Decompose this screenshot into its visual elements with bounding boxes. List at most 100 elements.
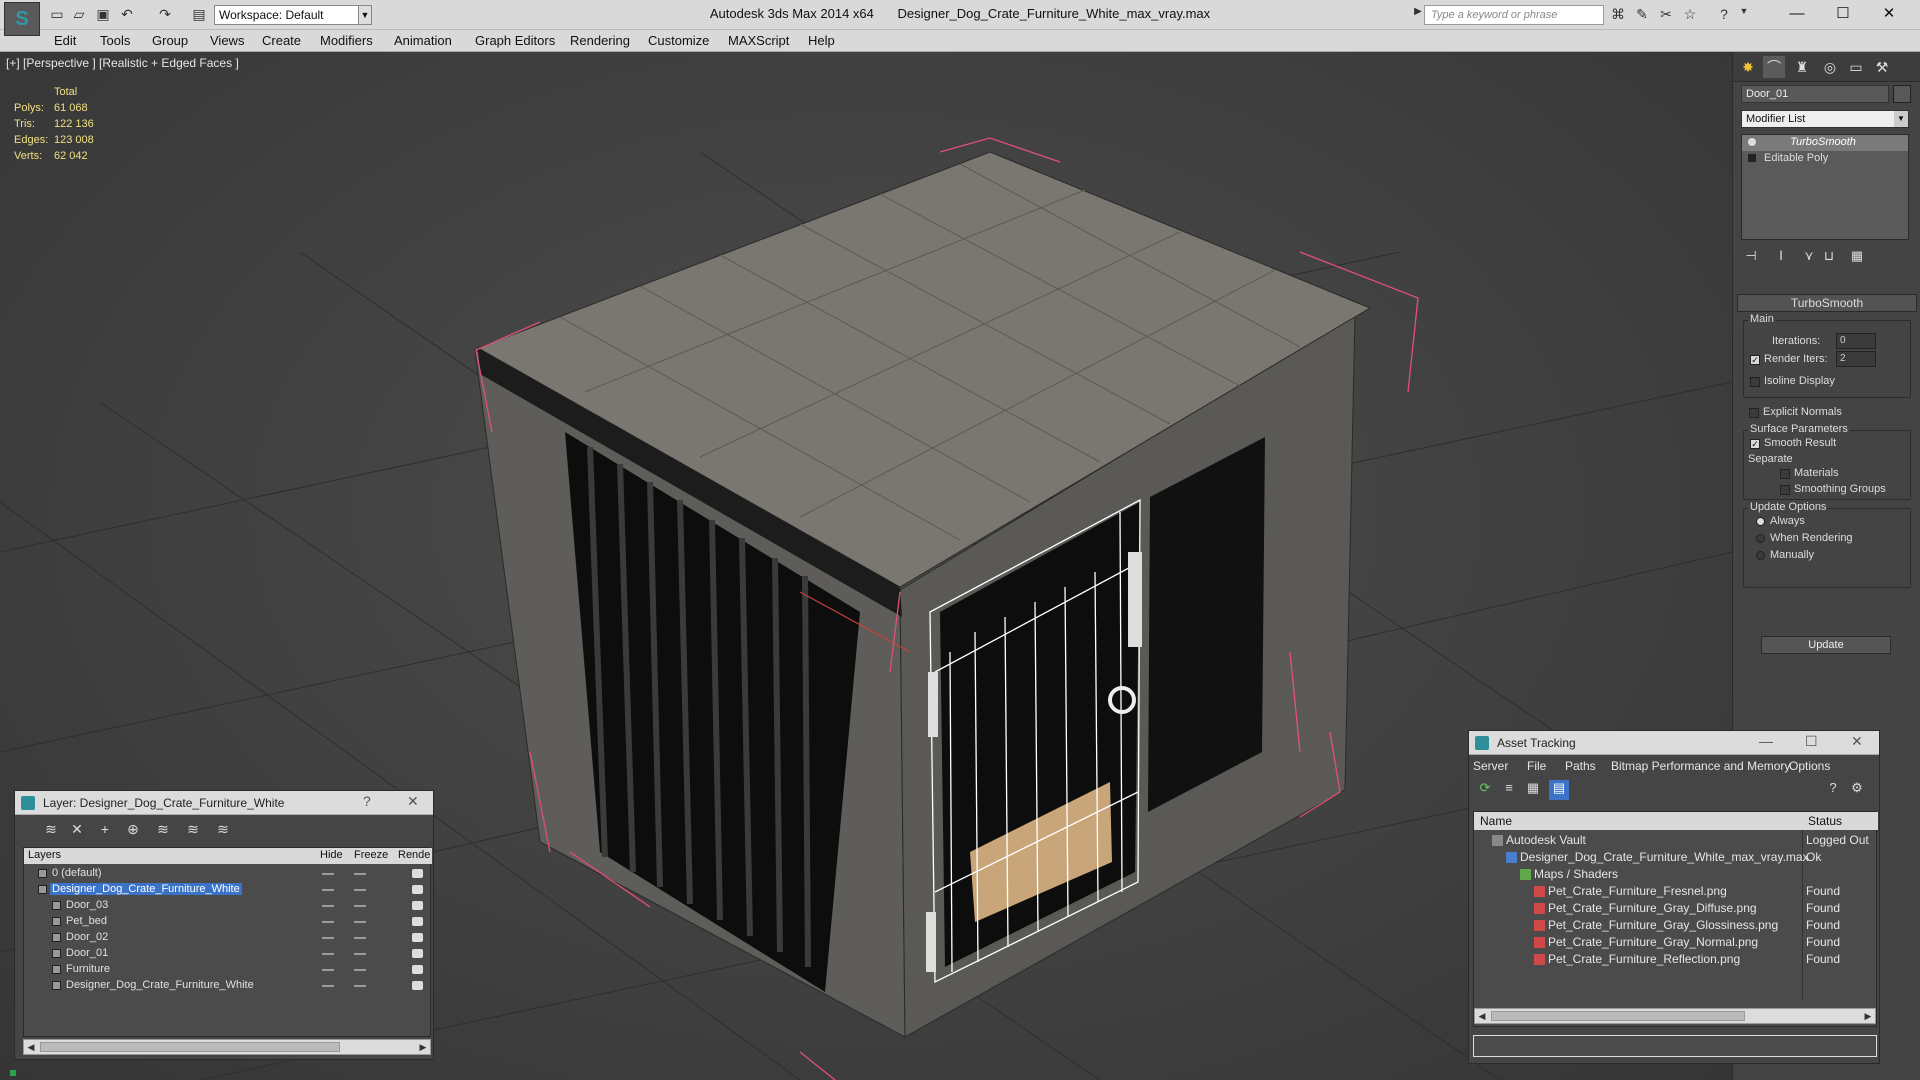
menu-views[interactable]: Views [210, 33, 244, 48]
menu-help[interactable]: Help [808, 33, 835, 48]
hide-toggle[interactable] [322, 873, 334, 875]
hide-toggle[interactable] [322, 905, 334, 907]
asset-path-field[interactable] [1473, 1035, 1877, 1057]
maximize-icon[interactable]: ☐ [1805, 733, 1818, 750]
favorites-star-icon[interactable]: ☆ [1680, 6, 1700, 24]
redo-icon[interactable]: ↷ [156, 6, 174, 22]
layer-row[interactable]: Door_03 [24, 898, 432, 914]
render-teapot-icon[interactable] [412, 965, 423, 974]
layer-row[interactable]: Furniture [24, 962, 432, 978]
hierarchy-tab-icon[interactable]: ♜ [1791, 56, 1813, 78]
scroll-left-icon[interactable]: ◀ [24, 1040, 38, 1054]
create-tab-icon[interactable]: ✸ [1737, 56, 1759, 78]
layer-row[interactable]: Door_01 [24, 946, 432, 962]
scrollbar-thumb[interactable] [40, 1042, 340, 1052]
help-icon[interactable]: ? [1714, 6, 1734, 24]
object-name-field[interactable]: Door_01 [1741, 85, 1889, 103]
menu-group[interactable]: Group [152, 33, 188, 48]
list-view-icon[interactable]: ≡ [1499, 780, 1519, 800]
binoculars-icon[interactable]: ⌘ [1608, 6, 1628, 24]
communication-icon[interactable]: ✂ [1656, 6, 1676, 24]
isoline-checkbox[interactable] [1750, 377, 1760, 387]
stack-item-editable-poly[interactable]: Editable Poly [1742, 151, 1908, 167]
new-file-icon[interactable]: ▭ [48, 6, 66, 22]
menu-animation[interactable]: Animation [394, 33, 452, 48]
col-layers[interactable]: Layers [28, 849, 61, 861]
save-icon[interactable]: ▣ [94, 6, 112, 22]
modify-tab-icon[interactable]: ⌒ [1763, 56, 1785, 78]
asset-row[interactable]: Pet_Crate_Furniture_Reflection.png Found [1474, 951, 1878, 968]
chevron-down-icon[interactable]: ▼ [358, 5, 372, 25]
asset-row[interactable]: Maps / Shaders [1474, 866, 1878, 883]
render-teapot-icon[interactable] [412, 933, 423, 942]
scroll-right-icon[interactable]: ▶ [1861, 1009, 1875, 1023]
viewport-label[interactable]: [+] [Perspective ] [Realistic + Edged Fa… [6, 56, 239, 70]
asset-window-titlebar[interactable]: Asset Tracking — ☐ ✕ [1469, 731, 1879, 755]
help-chevron-icon[interactable]: ▼ [1734, 6, 1754, 24]
close-icon[interactable]: ✕ [1851, 733, 1863, 750]
when-rendering-radio[interactable] [1756, 534, 1765, 543]
make-unique-icon[interactable]: ⋎ [1799, 248, 1819, 268]
layer-row[interactable]: 0 (default) [24, 866, 432, 882]
asset-menu-options[interactable]: Options [1789, 759, 1830, 773]
refresh-icon[interactable]: ⟳ [1475, 780, 1495, 800]
hide-all-icon[interactable]: ≋ [183, 821, 203, 841]
stack-item-turbosmooth[interactable]: TurboSmooth [1742, 135, 1908, 151]
scroll-left-icon[interactable]: ◀ [1475, 1009, 1489, 1023]
always-radio[interactable] [1756, 517, 1765, 526]
thumbnail-view-icon[interactable]: ▦ [1523, 780, 1543, 800]
layer-row[interactable]: Designer_Dog_Crate_Furniture_White [24, 882, 432, 898]
layer-row[interactable]: Pet_bed [24, 914, 432, 930]
layer-window-titlebar[interactable]: Layer: Designer_Dog_Crate_Furniture_Whit… [15, 791, 433, 815]
col-render[interactable]: Rende [398, 849, 430, 861]
configure-sets-icon[interactable]: ▦ [1847, 248, 1867, 268]
freeze-toggle[interactable] [354, 889, 366, 891]
asset-row[interactable]: Designer_Dog_Crate_Furniture_White_max_v… [1474, 849, 1878, 866]
scroll-right-icon[interactable]: ▶ [416, 1040, 430, 1054]
asset-menu-paths[interactable]: Paths [1565, 759, 1596, 773]
asset-menu-file[interactable]: File [1527, 759, 1546, 773]
search-input[interactable]: Type a keyword or phrase [1424, 5, 1604, 25]
utilities-tab-icon[interactable]: ⚒ [1871, 56, 1893, 78]
highlight-layer-icon[interactable]: ≋ [153, 821, 173, 841]
freeze-all-icon[interactable]: ≋ [213, 821, 233, 841]
materials-checkbox[interactable] [1780, 469, 1790, 479]
help-icon[interactable]: ? [363, 793, 371, 809]
minimize-icon[interactable]: — [1759, 733, 1773, 749]
layer-row[interactable]: Door_02 [24, 930, 432, 946]
render-teapot-icon[interactable] [412, 981, 423, 990]
col-name[interactable]: Name [1480, 814, 1512, 828]
hide-toggle[interactable] [322, 985, 334, 987]
asset-row[interactable]: Pet_Crate_Furniture_Gray_Diffuse.png Foun… [1474, 900, 1878, 917]
select-objects-icon[interactable]: ⊕ [123, 821, 143, 841]
add-to-layer-icon[interactable]: + [95, 821, 115, 841]
freeze-toggle[interactable] [354, 921, 366, 923]
chevron-down-icon[interactable]: ▼ [1894, 111, 1908, 127]
hide-toggle[interactable] [322, 921, 334, 923]
render-iters-checkbox[interactable]: ✓ [1750, 355, 1760, 365]
motion-tab-icon[interactable]: ◎ [1819, 56, 1841, 78]
freeze-toggle[interactable] [354, 985, 366, 987]
minimize-icon[interactable]: — [1774, 2, 1820, 26]
display-tab-icon[interactable]: ▭ [1845, 56, 1867, 78]
freeze-toggle[interactable] [354, 953, 366, 955]
delete-layer-icon[interactable]: ✕ [67, 821, 87, 841]
menu-graph-editors[interactable]: Graph Editors [475, 33, 555, 48]
manually-radio[interactable] [1756, 551, 1765, 560]
asset-row[interactable]: Pet_Crate_Furniture_Fresnel.png Found [1474, 883, 1878, 900]
smoothing-groups-checkbox[interactable] [1780, 485, 1790, 495]
asset-row[interactable]: Autodesk Vault Logged Out [1474, 832, 1878, 849]
update-button[interactable]: Update [1761, 636, 1891, 654]
workspace-dropdown[interactable]: Workspace: Default ▼ [214, 5, 372, 25]
asset-row[interactable]: Pet_Crate_Furniture_Gray_Normal.png Found [1474, 934, 1878, 951]
asset-row[interactable]: Pet_Crate_Furniture_Gray_Glossiness.png F… [1474, 917, 1878, 934]
menu-rendering[interactable]: Rendering [570, 33, 630, 48]
expand-box-icon[interactable] [1748, 154, 1756, 162]
remove-modifier-icon[interactable]: ⊔ [1819, 248, 1839, 268]
col-hide[interactable]: Hide [320, 849, 343, 861]
iterations-spinner[interactable]: 0 [1836, 333, 1876, 349]
col-status[interactable]: Status [1808, 814, 1842, 828]
subscription-icon[interactable]: ✎ [1632, 6, 1652, 24]
layer-row[interactable]: Designer_Dog_Crate_Furniture_White [24, 978, 432, 994]
freeze-toggle[interactable] [354, 969, 366, 971]
